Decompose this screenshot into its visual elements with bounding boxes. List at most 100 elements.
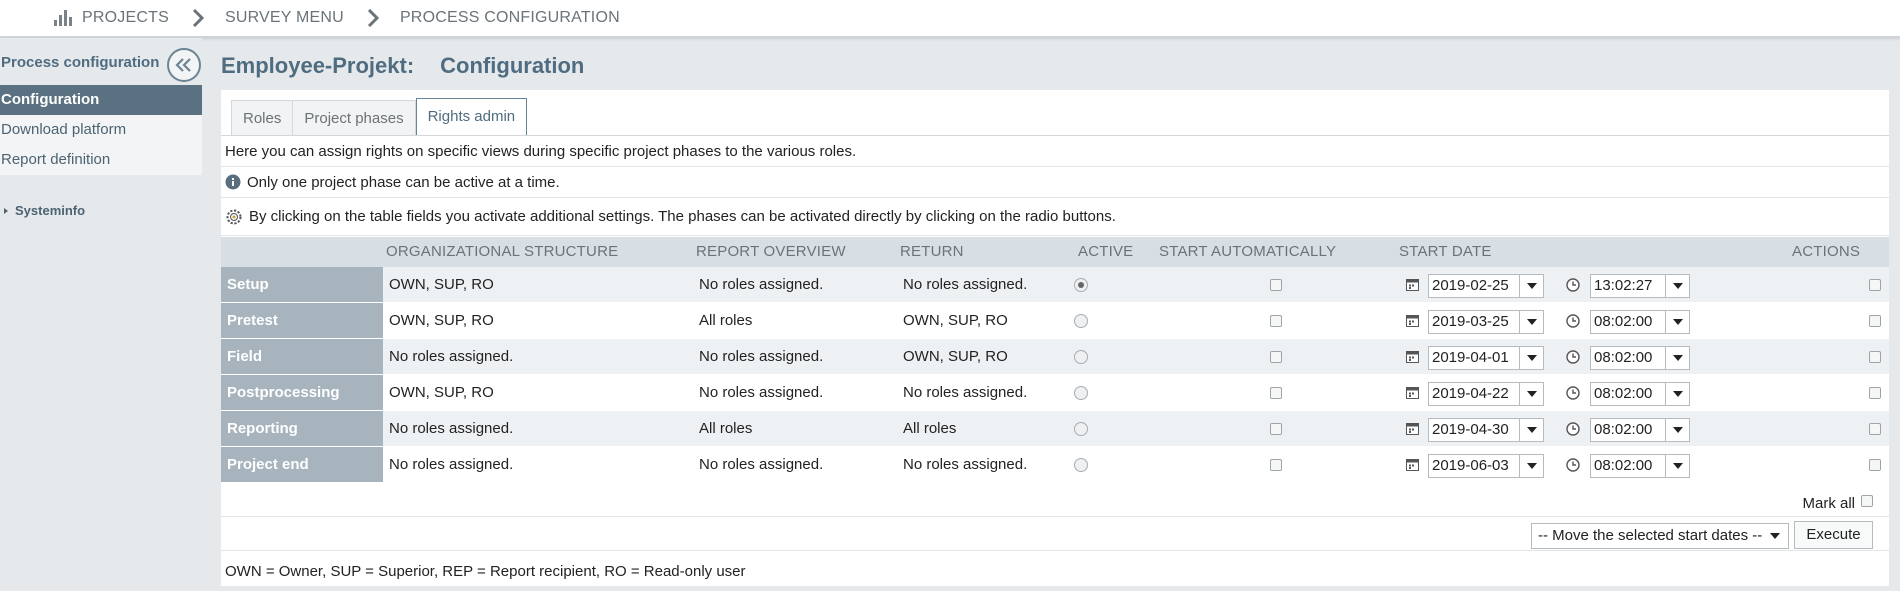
start-automatically-checkbox[interactable] <box>1270 459 1282 471</box>
start-date-value: 2019-06-03 <box>1432 457 1509 474</box>
active-radio[interactable] <box>1074 350 1088 364</box>
header-start-automatically: START AUTOMATICALLY <box>1159 243 1337 260</box>
start-automatically-checkbox[interactable] <box>1270 387 1282 399</box>
start-time-value: 08:02:00 <box>1594 385 1653 402</box>
report-overview-cell[interactable]: No roles assigned. <box>699 447 823 483</box>
org-structure-cell[interactable]: No roles assigned. <box>389 339 513 375</box>
breadcrumb: PROJECTS SURVEY MENU PROCESS CONFIGURATI… <box>0 0 1900 37</box>
tab-rights-admin[interactable]: Rights admin <box>415 98 528 136</box>
breadcrumb-projects[interactable]: PROJECTS <box>54 9 169 27</box>
active-radio[interactable] <box>1074 422 1088 436</box>
action-select-checkbox[interactable] <box>1869 315 1881 327</box>
start-time-field[interactable]: 08:02:00 <box>1590 382 1690 406</box>
chevron-down-icon[interactable] <box>1665 455 1689 477</box>
chevron-down-icon[interactable] <box>1519 383 1543 405</box>
phase-label: Pretest <box>221 303 383 339</box>
role-legend: OWN = Owner, SUP = Superior, REP = Repor… <box>225 563 746 580</box>
chevron-down-icon[interactable] <box>1519 311 1543 333</box>
start-date-value: 2019-04-22 <box>1432 385 1509 402</box>
chevron-down-icon[interactable] <box>1519 347 1543 369</box>
clock-icon <box>1566 350 1580 364</box>
start-automatically-checkbox[interactable] <box>1270 351 1282 363</box>
org-structure-cell[interactable]: OWN, SUP, RO <box>389 375 494 411</box>
execute-button[interactable]: Execute <box>1794 521 1873 549</box>
info-description: Here you can assign rights on specific v… <box>221 136 1889 167</box>
chevron-down-icon[interactable] <box>1519 419 1543 441</box>
info-text: By clicking on the table fields you acti… <box>249 208 1116 225</box>
sidebar-item-report-definition[interactable]: Report definition <box>0 145 202 175</box>
chevron-down-icon[interactable] <box>1665 347 1689 369</box>
start-automatically-checkbox[interactable] <box>1270 315 1282 327</box>
action-select-checkbox[interactable] <box>1869 459 1881 471</box>
breadcrumb-process-configuration[interactable]: PROCESS CONFIGURATION <box>400 9 620 27</box>
org-structure-cell[interactable]: OWN, SUP, RO <box>389 267 494 303</box>
header-active: ACTIVE <box>1078 243 1134 260</box>
settings-gear-icon <box>225 208 243 226</box>
report-overview-cell[interactable]: All roles <box>699 303 752 339</box>
breadcrumb-label[interactable]: PROJECTS <box>82 9 169 27</box>
chevron-down-icon[interactable] <box>1665 311 1689 333</box>
tab-roles[interactable]: Roles <box>231 100 294 136</box>
bulk-actions-row: -- Move the selected start dates -- Exec… <box>221 517 1889 551</box>
start-time-field[interactable]: 08:02:00 <box>1590 346 1690 370</box>
return-cell[interactable]: No roles assigned. <box>903 267 1027 303</box>
org-structure-cell[interactable]: No roles assigned. <box>389 447 513 483</box>
tab-project-phases[interactable]: Project phases <box>293 100 416 136</box>
move-start-dates-select[interactable]: -- Move the selected start dates -- <box>1531 523 1789 549</box>
report-overview-cell[interactable]: All roles <box>699 411 752 447</box>
phase-label: Field <box>221 339 383 375</box>
start-time-field[interactable]: 13:02:27 <box>1590 274 1690 298</box>
start-date-field[interactable]: 2019-04-22 <box>1428 382 1544 406</box>
return-cell[interactable]: OWN, SUP, RO <box>903 339 1008 375</box>
chevron-down-icon[interactable] <box>1519 455 1543 477</box>
collapse-sidebar-button[interactable] <box>167 48 201 82</box>
info-settings-hint: By clicking on the table fields you acti… <box>221 198 1889 236</box>
return-cell[interactable]: All roles <box>903 411 956 447</box>
start-time-field[interactable]: 08:02:00 <box>1590 310 1690 334</box>
breadcrumb-survey-menu[interactable]: SURVEY MENU <box>225 9 344 27</box>
report-overview-cell[interactable]: No roles assigned. <box>699 375 823 411</box>
breadcrumb-label[interactable]: SURVEY MENU <box>225 9 344 27</box>
action-select-checkbox[interactable] <box>1869 423 1881 435</box>
clock-icon <box>1566 422 1580 436</box>
active-radio[interactable] <box>1074 458 1088 472</box>
sidebar-item-systeminfo[interactable]: Systeminfo <box>4 203 85 218</box>
action-select-checkbox[interactable] <box>1869 351 1881 363</box>
phase-label: Postprocessing <box>221 375 383 411</box>
report-overview-cell[interactable]: No roles assigned. <box>699 267 823 303</box>
chevron-down-icon[interactable] <box>1665 275 1689 297</box>
start-time-field[interactable]: 08:02:00 <box>1590 418 1690 442</box>
return-cell[interactable]: No roles assigned. <box>903 447 1027 483</box>
action-select-checkbox[interactable] <box>1869 387 1881 399</box>
sidebar-item-configuration[interactable]: Configuration <box>0 85 202 115</box>
chevron-down-icon[interactable] <box>1665 419 1689 441</box>
sidebar-menu: Configuration Download platform Report d… <box>0 85 202 175</box>
chevron-down-icon[interactable] <box>1519 275 1543 297</box>
org-structure-cell[interactable]: No roles assigned. <box>389 411 513 447</box>
sidebar-item-download-platform[interactable]: Download platform <box>0 115 202 145</box>
org-structure-cell[interactable]: OWN, SUP, RO <box>389 303 494 339</box>
action-select-checkbox[interactable] <box>1869 279 1881 291</box>
chevron-down-icon[interactable] <box>1665 383 1689 405</box>
active-radio[interactable] <box>1074 314 1088 328</box>
start-date-field[interactable]: 2019-02-25 <box>1428 274 1544 298</box>
start-date-field[interactable]: 2019-06-03 <box>1428 454 1544 478</box>
report-overview-cell[interactable]: No roles assigned. <box>699 339 823 375</box>
table-row: Postprocessing OWN, SUP, RO No roles ass… <box>221 375 1889 411</box>
table-row: Field No roles assigned. No roles assign… <box>221 339 1889 375</box>
start-date-value: 2019-02-25 <box>1432 277 1509 294</box>
start-time-field[interactable]: 08:02:00 <box>1590 454 1690 478</box>
return-cell[interactable]: OWN, SUP, RO <box>903 303 1008 339</box>
active-radio[interactable] <box>1074 278 1088 292</box>
mark-all-checkbox[interactable] <box>1861 495 1873 507</box>
start-date-field[interactable]: 2019-03-25 <box>1428 310 1544 334</box>
tab-bar: Roles Project phases Rights admin <box>231 98 528 136</box>
start-automatically-checkbox[interactable] <box>1270 279 1282 291</box>
start-date-field[interactable]: 2019-04-30 <box>1428 418 1544 442</box>
breadcrumb-label[interactable]: PROCESS CONFIGURATION <box>400 9 620 27</box>
return-cell[interactable]: No roles assigned. <box>903 375 1027 411</box>
start-automatically-checkbox[interactable] <box>1270 423 1282 435</box>
start-date-field[interactable]: 2019-04-01 <box>1428 346 1544 370</box>
active-radio[interactable] <box>1074 386 1088 400</box>
start-time-value: 08:02:00 <box>1594 313 1653 330</box>
